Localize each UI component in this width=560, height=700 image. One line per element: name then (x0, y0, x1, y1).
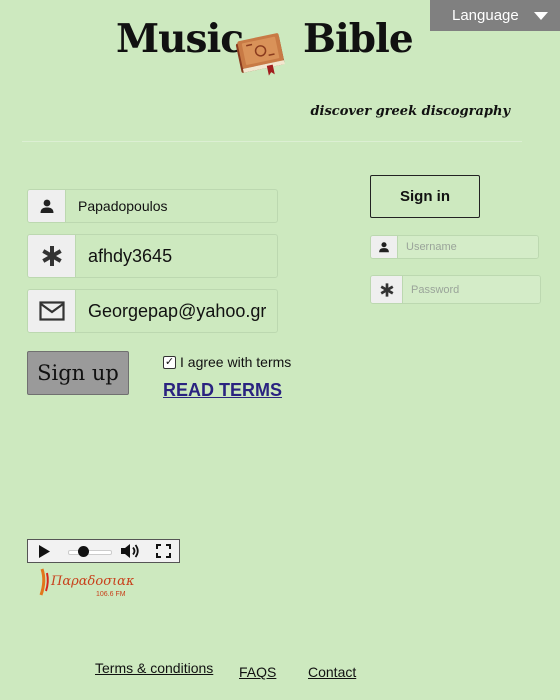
asterisk-icon (371, 276, 403, 303)
audio-player (27, 539, 180, 563)
volume-icon[interactable] (120, 543, 140, 559)
agree-terms-row: ✓ I agree with terms (163, 354, 291, 370)
agree-label: I agree with terms (180, 354, 292, 370)
radio-logo-subtext: 106.6 FM (96, 591, 126, 598)
seek-handle[interactable] (78, 546, 89, 557)
password-value[interactable]: afhdy3645 (76, 235, 172, 277)
email-field[interactable]: Georgepap@yahoo.gr (27, 289, 278, 333)
asterisk-icon (28, 235, 76, 277)
terms-link[interactable]: Terms & conditions (95, 660, 213, 676)
read-terms-link[interactable]: READ TERMS (163, 380, 282, 401)
name-value[interactable]: Papadopoulos (66, 190, 168, 222)
caret-down-icon (534, 12, 548, 20)
language-dropdown[interactable]: Language (430, 0, 560, 31)
seek-bar[interactable] (68, 550, 112, 555)
password-field[interactable]: afhdy3645 (27, 234, 278, 278)
book-icon (235, 33, 285, 76)
person-icon (28, 190, 66, 222)
fullscreen-icon[interactable] (156, 544, 171, 558)
envelope-icon (28, 290, 76, 332)
tagline: discover greek discography (310, 104, 510, 119)
checkmark-icon: ✓ (164, 355, 175, 368)
name-field[interactable]: Papadopoulos (27, 189, 278, 223)
radio-logo[interactable]: Παραδοσιακός 106.6 FM (38, 567, 134, 599)
contact-link[interactable]: Contact (308, 664, 356, 680)
signin-button[interactable]: Sign in (370, 175, 480, 218)
faqs-link[interactable]: FAQS (239, 664, 276, 680)
signin-password-field[interactable]: Password (370, 275, 541, 304)
signin-password-placeholder[interactable]: Password (403, 276, 540, 303)
email-value[interactable]: Georgepap@yahoo.gr (76, 290, 266, 332)
signup-button[interactable]: Sign up (27, 351, 129, 395)
site-title-right: Bible (303, 16, 414, 62)
username-field[interactable]: Username (370, 235, 539, 259)
agree-checkbox[interactable]: ✓ (163, 355, 176, 369)
person-icon (371, 236, 398, 258)
site-title-left: Music (116, 16, 244, 62)
header-divider (22, 141, 522, 142)
username-placeholder[interactable]: Username (398, 236, 538, 258)
language-label: Language (452, 7, 519, 24)
play-icon[interactable] (38, 545, 50, 558)
radio-logo-text: Παραδοσιακός (50, 574, 134, 589)
